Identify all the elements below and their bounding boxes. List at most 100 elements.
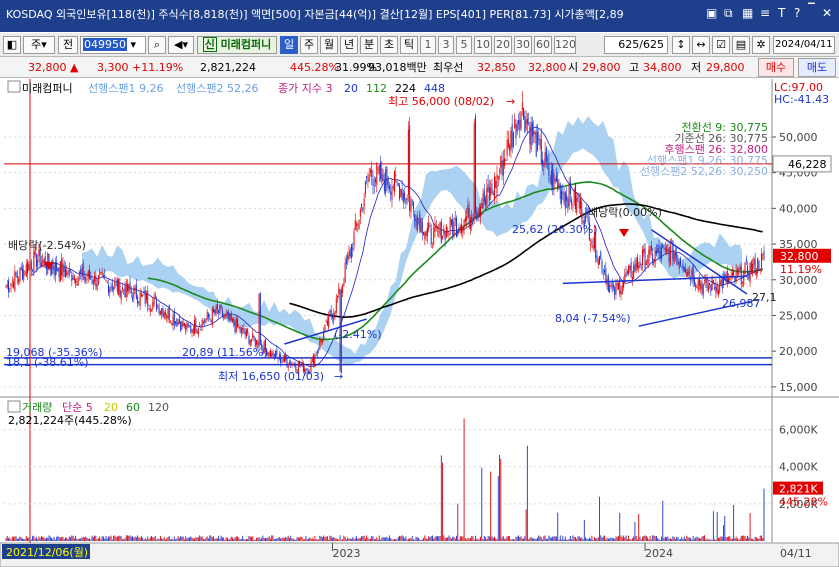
save-icon[interactable]: ▤ <box>732 36 750 54</box>
candle-body <box>59 261 61 282</box>
price-axis-label: 40,000 <box>779 202 818 215</box>
trend-pct-label: (-2.41%) <box>334 328 382 341</box>
interval-button[interactable]: 5 <box>456 36 472 54</box>
window-icon[interactable]: ◧ <box>3 36 21 54</box>
period-tab[interactable]: 분 <box>360 36 378 54</box>
candle-body <box>514 118 516 129</box>
candle-body <box>630 262 632 278</box>
candle-body <box>486 187 488 205</box>
candle-body <box>24 274 26 276</box>
pin-icon[interactable]: ▔ <box>808 4 815 14</box>
candle-body <box>223 316 225 318</box>
candle-body <box>421 221 423 234</box>
date-axis-bg <box>0 542 839 567</box>
candle-body <box>467 204 469 218</box>
count-field[interactable]: 625/625 <box>604 36 668 54</box>
candle-body <box>509 144 511 152</box>
candle-body <box>66 270 68 276</box>
candle-body <box>709 282 711 286</box>
candle-body <box>497 175 499 179</box>
candle-body <box>669 245 671 266</box>
candle-body <box>42 260 44 263</box>
candle-body <box>549 178 551 180</box>
candle-body <box>291 364 293 366</box>
candle-body <box>225 313 227 315</box>
candle-body <box>621 285 623 294</box>
candle-body <box>121 287 123 290</box>
market-select[interactable]: 주▾ <box>23 36 55 54</box>
search-icon[interactable]: ⌕ <box>148 36 166 54</box>
candle-body <box>625 272 627 277</box>
title-bar: KOSDAQ 외국인보유[118(천)] 주식수[8,818(천)] 액면[50… <box>0 0 839 32</box>
period-tab[interactable]: 년 <box>340 36 358 54</box>
candle-body <box>443 227 445 234</box>
crosshair-icon[interactable]: ↔ <box>692 36 710 54</box>
candle-body <box>153 297 155 306</box>
candle-body <box>76 283 78 285</box>
buy-button[interactable]: 매수 <box>758 58 794 77</box>
candle-body <box>11 280 13 282</box>
candle-body <box>501 160 503 175</box>
candle-body <box>496 174 498 194</box>
interval-button[interactable]: 60 <box>534 36 552 54</box>
candle-body <box>426 227 428 237</box>
interval-button[interactable]: 1 <box>420 36 436 54</box>
help-icon[interactable]: ? <box>794 6 800 20</box>
candle-body <box>542 159 544 165</box>
text-icon[interactable]: T <box>778 6 785 20</box>
candle-body <box>547 159 549 161</box>
candle-body <box>278 354 280 360</box>
candle-body <box>82 262 84 280</box>
period-tab[interactable]: 월 <box>320 36 338 54</box>
check-icon[interactable]: ☑ <box>712 36 730 54</box>
candle-body <box>431 247 433 249</box>
date-field[interactable]: 2024/04/11 <box>773 36 835 54</box>
candle-body <box>623 280 625 288</box>
list-icon[interactable]: ≡ <box>760 6 770 20</box>
period-tab[interactable]: 틱 <box>400 36 418 54</box>
speaker-icon[interactable]: ◀▾ <box>168 36 194 54</box>
candle-body <box>614 287 616 295</box>
candle-body <box>230 313 232 321</box>
candle-body <box>366 176 368 179</box>
stock-name-field[interactable]: 신 미래컴퍼니 <box>197 36 277 54</box>
candle-body <box>609 284 611 293</box>
candle-body <box>118 278 120 295</box>
candle-body <box>240 327 242 333</box>
grid-icon[interactable]: ▦ <box>742 6 753 20</box>
candle-body <box>631 277 633 281</box>
prev-icon[interactable]: ↕ <box>672 36 690 54</box>
gear-icon[interactable]: ✲ <box>752 36 770 54</box>
candle-body <box>695 284 697 288</box>
period-tab[interactable]: 주 <box>300 36 318 54</box>
candle-body <box>668 248 670 263</box>
price-chart[interactable]: 50,00045,00040,00035,00030,00025,00020,0… <box>0 79 839 567</box>
interval-button[interactable]: 10 <box>474 36 492 54</box>
window-icon[interactable]: ▣ <box>706 6 717 20</box>
candle-body <box>172 315 174 326</box>
candle-body <box>18 279 20 283</box>
code-input[interactable]: 049950 ▾ <box>80 36 146 54</box>
candle-body <box>138 301 140 303</box>
interval-button[interactable]: 3 <box>438 36 454 54</box>
interval-button[interactable]: 120 <box>554 36 576 54</box>
candle-body <box>748 271 750 279</box>
candle-body <box>152 301 154 310</box>
sell-button[interactable]: 매도 <box>798 58 836 77</box>
candle-body <box>145 293 147 301</box>
close-icon[interactable]: ✕ <box>822 6 832 20</box>
candle-body <box>715 284 717 294</box>
interval-button[interactable]: 30 <box>514 36 532 54</box>
window-title: KOSDAQ 외국인보유[118(천)] 주식수[8,818(천)] 액면[50… <box>6 8 624 21</box>
chart-icon[interactable]: ⧉ <box>724 6 733 21</box>
current-price-tag-text: 32,800 <box>780 250 819 263</box>
period-tab[interactable]: 일 <box>280 36 298 54</box>
candle-body <box>143 291 145 292</box>
candle-body <box>683 266 685 272</box>
period-tab[interactable]: 초 <box>380 36 398 54</box>
candle-body <box>273 353 275 358</box>
interval-button[interactable]: 20 <box>494 36 512 54</box>
best-bid: 32,800 <box>528 61 567 74</box>
period-button[interactable]: 전 <box>58 36 78 54</box>
candle-body <box>704 280 706 282</box>
